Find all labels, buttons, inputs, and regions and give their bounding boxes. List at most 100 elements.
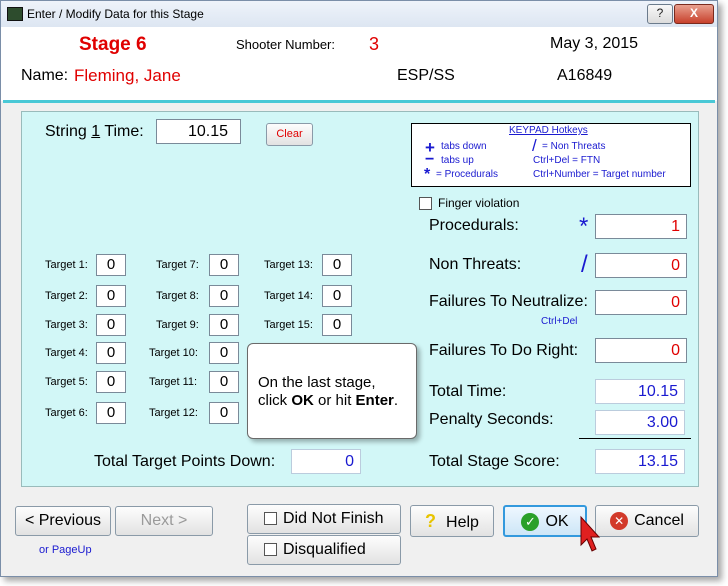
target-9-input[interactable]: 0 [209, 314, 239, 336]
checkbox-icon [264, 543, 277, 557]
instruction-tooltip: On the last stage, click OK or hit Enter… [247, 343, 417, 439]
target-4-input[interactable]: 0 [96, 342, 126, 364]
ftdr-input[interactable]: 0 [595, 338, 687, 363]
total-time-value: 10.15 [595, 379, 685, 404]
did-not-finish-checkbox[interactable]: Did Not Finish [247, 504, 401, 534]
slash-icon: / [532, 136, 537, 155]
ok-button[interactable]: ✓ OK [503, 505, 587, 537]
target-3-label: Target 3: [45, 319, 88, 331]
penalty-seconds-label: Penalty Seconds: [429, 411, 554, 428]
hotkey-non-threats: = Non Threats [542, 141, 606, 152]
finger-violation-checkbox[interactable]: Finger violation [419, 196, 520, 211]
non-threats-label: Non Threats: [429, 256, 522, 273]
target-8-input[interactable]: 0 [209, 285, 239, 307]
target-6-input[interactable]: 0 [96, 402, 126, 424]
asterisk-icon: * [579, 213, 589, 240]
target-14-input[interactable]: 0 [322, 285, 352, 307]
shooter-number-label: Shooter Number: [236, 37, 335, 52]
shooter-number: 3 [369, 34, 380, 54]
checkbox-icon [419, 197, 432, 211]
non-threats-input[interactable]: 0 [595, 253, 687, 278]
target-12-input[interactable]: 0 [209, 402, 239, 424]
target-13-label: Target 13: [264, 259, 313, 271]
target-3-input[interactable]: 0 [96, 314, 126, 336]
hotkeys-title: KEYPAD Hotkeys [509, 125, 588, 136]
target-10-label: Target 10: [149, 347, 198, 359]
total-stage-score-label: Total Stage Score: [429, 453, 560, 470]
stage-title: Stage 6 [79, 34, 147, 55]
titlebar-close-button[interactable]: X [674, 4, 714, 24]
window-title: Enter / Modify Data for this Stage [27, 7, 204, 21]
help-button[interactable]: ? Help [410, 505, 494, 537]
previous-button[interactable]: < Previous [15, 506, 111, 536]
target-2-label: Target 2: [45, 290, 88, 302]
keypad-hotkeys-box: KEYPAD Hotkeys + tabs down / = Non Threa… [411, 123, 691, 187]
target-12-label: Target 12: [149, 407, 198, 419]
cancel-label: Cancel [634, 512, 684, 529]
shooter-name: Fleming, Jane [74, 66, 181, 85]
stage-header: Stage 6 Shooter Number: 3 May 3, 2015 Na… [1, 27, 717, 101]
mouse-cursor-icon [580, 515, 601, 552]
target-10-input[interactable]: 0 [209, 342, 239, 364]
slash-icon: / [581, 251, 588, 278]
target-9-label: Target 9: [156, 319, 199, 331]
finger-violation-label: Finger violation [438, 196, 520, 210]
checkmark-icon: ✓ [521, 512, 540, 531]
hotkey-target-number: Ctrl+Number = Target number [533, 169, 666, 180]
total-stage-score-value: 13.15 [595, 449, 685, 474]
target-4-label: Target 4: [45, 347, 88, 359]
dnf-label: Did Not Finish [283, 510, 384, 527]
procedurals-input[interactable]: 1 [595, 214, 687, 239]
cancel-x-icon: ✕ [610, 511, 629, 530]
ftn-input[interactable]: 0 [595, 290, 687, 315]
header-divider [3, 100, 715, 103]
name-label: Name: [21, 67, 69, 84]
division: ESP/SS [397, 67, 455, 84]
member-id: A16849 [557, 67, 613, 84]
question-icon: ? [425, 511, 437, 531]
hotkey-procedurals: = Procedurals [436, 169, 498, 180]
titlebar-help-button[interactable]: ? [647, 4, 673, 24]
ftn-hint: Ctrl+Del [541, 316, 578, 327]
target-7-input[interactable]: 0 [209, 254, 239, 276]
total-underline [579, 438, 691, 439]
previous-hint: or PageUp [39, 544, 92, 556]
target-11-label: Target 11: [149, 376, 198, 388]
hotkey-tabs-down: tabs down [441, 141, 487, 152]
penalty-seconds-value: 3.00 [595, 410, 685, 435]
match-date: May 3, 2015 [550, 35, 639, 52]
help-label: Help [446, 514, 479, 531]
clear-button[interactable]: Clear [266, 123, 313, 146]
cancel-button[interactable]: ✕ Cancel [595, 505, 699, 537]
ok-label: OK [545, 513, 569, 530]
string-time-input[interactable]: 10.15 [156, 119, 241, 144]
string-time-label: String 1 Time: [45, 123, 144, 140]
procedurals-label: Procedurals: [429, 217, 519, 234]
points-down-label: Total Target Points Down: [94, 453, 276, 470]
hotkey-ftn: Ctrl+Del = FTN [533, 155, 601, 166]
disqualified-checkbox[interactable]: Disqualified [247, 535, 401, 565]
target-8-label: Target 8: [156, 290, 199, 302]
target-15-label: Target 15: [264, 319, 313, 331]
asterisk-icon: * [424, 166, 431, 183]
ftdr-label: Failures To Do Right: [429, 342, 579, 359]
target-1-label: Target 1: [45, 259, 88, 271]
target-11-input[interactable]: 0 [209, 371, 239, 393]
checkbox-icon [264, 512, 277, 526]
target-15-input[interactable]: 0 [322, 314, 352, 336]
app-icon [7, 7, 23, 21]
tooltip-line-2: click OK or hit Enter. [258, 392, 399, 409]
target-1-input[interactable]: 0 [96, 254, 126, 276]
total-time-label: Total Time: [429, 383, 507, 400]
dialog-window: Enter / Modify Data for this Stage ? X S… [0, 0, 718, 577]
hotkey-tabs-up: tabs up [441, 155, 474, 166]
points-down-value: 0 [291, 449, 361, 474]
target-6-label: Target 6: [45, 407, 88, 419]
target-14-label: Target 14: [264, 290, 313, 302]
target-2-input[interactable]: 0 [96, 285, 126, 307]
next-button[interactable]: Next > [115, 506, 213, 536]
target-5-input[interactable]: 0 [96, 371, 126, 393]
dq-label: Disqualified [283, 541, 366, 558]
tooltip-line-1: On the last stage, [258, 374, 376, 391]
target-13-input[interactable]: 0 [322, 254, 352, 276]
